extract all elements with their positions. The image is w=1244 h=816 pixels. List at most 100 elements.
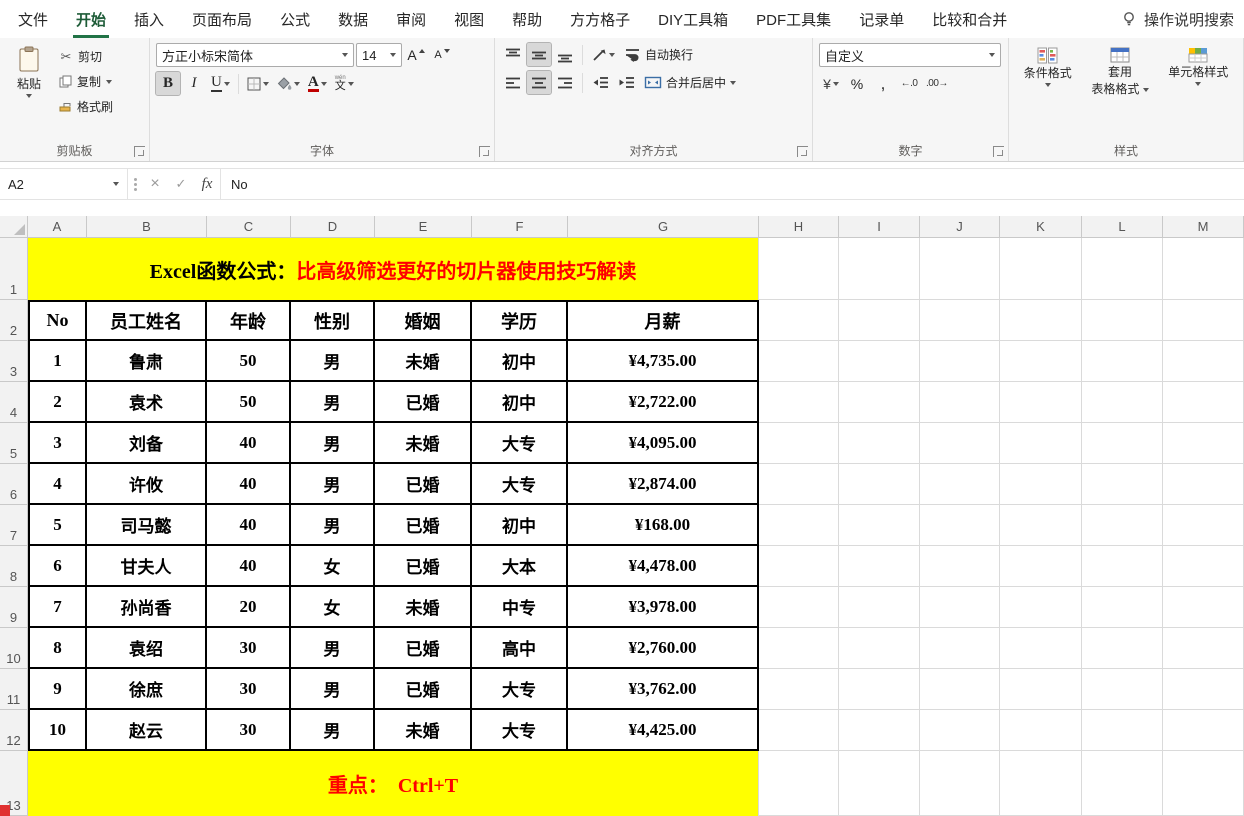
cell-A1-merged[interactable]: Excel函数公式：比高级筛选更好的切片器使用技巧解读 — [28, 238, 759, 300]
cell-B12[interactable]: 赵云 — [87, 710, 207, 751]
cell-C8[interactable]: 40 — [207, 546, 291, 587]
column-header-D[interactable]: D — [291, 216, 375, 238]
cell-E9[interactable]: 未婚 — [375, 587, 472, 628]
cell-B11[interactable]: 徐庶 — [87, 669, 207, 710]
tab-文件[interactable]: 文件 — [4, 0, 62, 38]
borders-button[interactable] — [244, 72, 272, 95]
cell-G8[interactable]: ¥4,478.00 — [568, 546, 759, 587]
cell-I11[interactable] — [839, 669, 920, 710]
row-header-12[interactable]: 12 — [0, 710, 28, 751]
font-dialog-launcher[interactable] — [479, 146, 490, 157]
cell-G7[interactable]: ¥168.00 — [568, 505, 759, 546]
cell-F5[interactable]: 大专 — [472, 423, 568, 464]
cell-I4[interactable] — [839, 382, 920, 423]
orientation-button[interactable] — [588, 43, 618, 66]
cell-J9[interactable] — [920, 587, 1000, 628]
cell-I12[interactable] — [839, 710, 920, 751]
cell-B8[interactable]: 甘夫人 — [87, 546, 207, 587]
cell-F11[interactable]: 大专 — [472, 669, 568, 710]
font-name-combo[interactable]: 方正小标宋简体 — [156, 43, 354, 67]
cell-H12[interactable] — [759, 710, 839, 751]
tab-页面布局[interactable]: 页面布局 — [178, 0, 266, 38]
cell-J4[interactable] — [920, 382, 1000, 423]
bold-button[interactable]: B — [156, 72, 180, 95]
cell-C12[interactable]: 30 — [207, 710, 291, 751]
cell-J6[interactable] — [920, 464, 1000, 505]
tab-比较和合并[interactable]: 比较和合并 — [918, 0, 1021, 38]
cell-F2[interactable]: 学历 — [472, 300, 568, 341]
column-header-H[interactable]: H — [759, 216, 839, 238]
tab-方方格子[interactable]: 方方格子 — [556, 0, 644, 38]
cell-L8[interactable] — [1082, 546, 1163, 587]
underline-button[interactable]: U — [208, 72, 233, 95]
cell-G4[interactable]: ¥2,722.00 — [568, 382, 759, 423]
cell-D11[interactable]: 男 — [291, 669, 375, 710]
number-format-combo[interactable]: 自定义 — [819, 43, 1001, 67]
cell-D6[interactable]: 男 — [291, 464, 375, 505]
cell-I1[interactable] — [839, 238, 920, 300]
cell-E10[interactable]: 已婚 — [375, 628, 472, 669]
cell-H4[interactable] — [759, 382, 839, 423]
row-header-3[interactable]: 3 — [0, 341, 28, 382]
cell-D10[interactable]: 男 — [291, 628, 375, 669]
cell-A4[interactable]: 2 — [28, 382, 87, 423]
tab-视图[interactable]: 视图 — [440, 0, 498, 38]
cell-C2[interactable]: 年龄 — [207, 300, 291, 341]
cell-G9[interactable]: ¥3,978.00 — [568, 587, 759, 628]
cell-I6[interactable] — [839, 464, 920, 505]
align-top-button[interactable] — [501, 43, 525, 66]
tab-数据[interactable]: 数据 — [324, 0, 382, 38]
copy-button[interactable]: 复制 — [56, 70, 116, 93]
cell-C6[interactable]: 40 — [207, 464, 291, 505]
phonetic-guide-button[interactable]: wén文 — [332, 72, 357, 95]
cell-K4[interactable] — [1000, 382, 1082, 423]
cell-K11[interactable] — [1000, 669, 1082, 710]
cell-F4[interactable]: 初中 — [472, 382, 568, 423]
cell-C9[interactable]: 20 — [207, 587, 291, 628]
fill-color-button[interactable] — [274, 72, 303, 95]
formula-content[interactable]: No — [220, 169, 1244, 199]
cell-H1[interactable] — [759, 238, 839, 300]
cell-D2[interactable]: 性别 — [291, 300, 375, 341]
increase-decimal-button[interactable]: ←.0 — [897, 72, 921, 95]
tab-PDF工具集[interactable]: PDF工具集 — [742, 0, 845, 38]
number-dialog-launcher[interactable] — [993, 146, 1004, 157]
column-header-B[interactable]: B — [87, 216, 207, 238]
cell-E6[interactable]: 已婚 — [375, 464, 472, 505]
paste-button[interactable]: 粘贴 — [6, 43, 52, 118]
cell-J7[interactable] — [920, 505, 1000, 546]
cell-M7[interactable] — [1163, 505, 1244, 546]
cell-L5[interactable] — [1082, 423, 1163, 464]
cell-A5[interactable]: 3 — [28, 423, 87, 464]
cell-I13[interactable] — [839, 751, 920, 816]
cell-M10[interactable] — [1163, 628, 1244, 669]
cell-A7[interactable]: 5 — [28, 505, 87, 546]
cell-E8[interactable]: 已婚 — [375, 546, 472, 587]
wrap-text-button[interactable]: 自动换行 — [620, 43, 697, 66]
cell-H2[interactable] — [759, 300, 839, 341]
cell-I10[interactable] — [839, 628, 920, 669]
column-header-K[interactable]: K — [1000, 216, 1082, 238]
row-header-5[interactable]: 5 — [0, 423, 28, 464]
tab-开始[interactable]: 开始 — [62, 0, 120, 38]
cell-J12[interactable] — [920, 710, 1000, 751]
cell-K3[interactable] — [1000, 341, 1082, 382]
cut-button[interactable]: ✂ 剪切 — [56, 45, 116, 68]
cell-L13[interactable] — [1082, 751, 1163, 816]
cell-G5[interactable]: ¥4,095.00 — [568, 423, 759, 464]
column-header-L[interactable]: L — [1082, 216, 1163, 238]
cell-H13[interactable] — [759, 751, 839, 816]
cell-B2[interactable]: 员工姓名 — [87, 300, 207, 341]
cell-B4[interactable]: 袁术 — [87, 382, 207, 423]
row-header-7[interactable]: 7 — [0, 505, 28, 546]
cell-G2[interactable]: 月薪 — [568, 300, 759, 341]
enter-entry-button[interactable]: ✓ — [168, 169, 194, 199]
cell-K7[interactable] — [1000, 505, 1082, 546]
cell-M12[interactable] — [1163, 710, 1244, 751]
cell-K10[interactable] — [1000, 628, 1082, 669]
cell-B5[interactable]: 刘备 — [87, 423, 207, 464]
select-all-button[interactable] — [0, 216, 28, 238]
cell-D8[interactable]: 女 — [291, 546, 375, 587]
cell-B10[interactable]: 袁绍 — [87, 628, 207, 669]
row-header-4[interactable]: 4 — [0, 382, 28, 423]
